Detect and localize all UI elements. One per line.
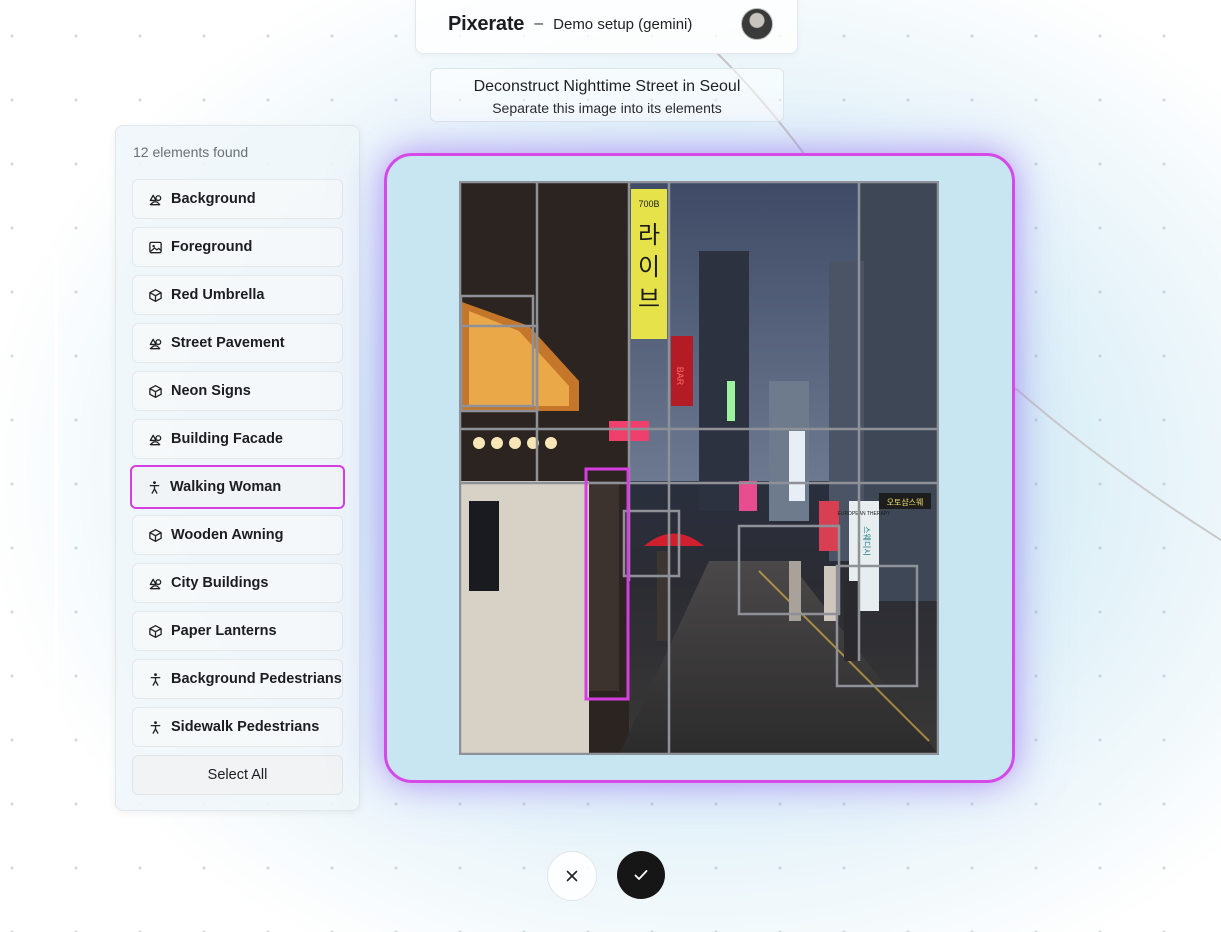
user-avatar[interactable] — [741, 8, 773, 40]
element-item-label: Foreground — [171, 239, 253, 255]
elements-count: 12 elements found — [133, 144, 249, 160]
confirm-button[interactable] — [617, 851, 665, 899]
element-item-label: Street Pavement — [171, 335, 285, 351]
select-all-button[interactable]: Select All — [132, 755, 343, 795]
element-item-background[interactable]: Background — [132, 179, 343, 219]
vertical-sign-char-3: 브 — [638, 285, 660, 313]
task-title: Deconstruct Nighttime Street in Seoul — [473, 78, 741, 95]
vertical-sign-top: 700B — [638, 199, 659, 209]
cancel-button[interactable] — [547, 851, 597, 901]
red-umbrella — [644, 533, 704, 546]
cube-icon — [147, 527, 163, 543]
element-item-label: Wooden Awning — [171, 527, 284, 543]
element-item-wooden-awning[interactable]: Wooden Awning — [132, 515, 343, 555]
elements-panel: 12 elements found Background Foreground Re… — [115, 125, 360, 811]
app-title: Pixerate — [448, 12, 525, 35]
vertical-sign-char-1: 라 — [638, 221, 660, 249]
image-icon — [147, 239, 163, 255]
element-item-red-umbrella[interactable]: Red Umbrella — [132, 275, 343, 315]
element-item-city-buildings[interactable]: City Buildings — [132, 563, 343, 603]
scene-icon — [147, 431, 163, 447]
person-icon — [146, 479, 162, 495]
element-item-neon-signs[interactable]: Neon Signs — [132, 371, 343, 411]
element-item-label: Red Umbrella — [171, 287, 265, 303]
right-sign-tag: EUROPEAN THERAPY — [838, 511, 892, 517]
element-item-label: City Buildings — [171, 575, 269, 591]
check-icon — [634, 870, 648, 880]
cube-icon — [147, 287, 163, 303]
person-icon — [147, 671, 163, 687]
right-vertical-sign-text: 스웨디시 — [862, 526, 872, 555]
vertical-sign-char-2: 이 — [638, 253, 660, 281]
photo-illustration: 700B 라 이 브 BAR 스웨디시 EUROPEAN THERAPY 오토샵… — [459, 181, 939, 755]
title-separator: – — [534, 15, 544, 32]
element-item-building-facade[interactable]: Building Facade — [132, 419, 343, 459]
element-item-label: Sidewalk Pedestrians — [171, 719, 320, 735]
element-item-walking-woman[interactable]: Walking Woman — [130, 465, 345, 509]
street-photo[interactable]: 700B 라 이 브 BAR 스웨디시 EUROPEAN THERAPY 오토샵… — [459, 181, 939, 755]
right-chip-sign-text: 오토샵스웨 — [887, 497, 924, 507]
element-item-label: Walking Woman — [170, 479, 282, 495]
red-bar-sign-text: BAR — [675, 367, 685, 386]
cube-icon — [147, 383, 163, 399]
app-header: Pixerate – Demo setup (gemini) — [415, 0, 798, 54]
scene-icon — [147, 191, 163, 207]
setup-subtitle: Demo setup (gemini) — [553, 15, 693, 33]
element-item-label: Neon Signs — [171, 383, 251, 399]
element-item-background-pedestrians[interactable]: Background Pedestrians — [132, 659, 343, 699]
element-item-sidewalk-pedestrians[interactable]: Sidewalk Pedestrians — [132, 707, 343, 747]
left-window — [469, 501, 499, 591]
task-description: Separate this image into its elements — [492, 100, 722, 116]
person-icon — [147, 719, 163, 735]
scene-icon — [147, 335, 163, 351]
element-item-label: Paper Lanterns — [171, 623, 277, 639]
task-card: Deconstruct Nighttime Street in Seoul Se… — [430, 68, 784, 122]
canvas-frame: 700B 라 이 브 BAR 스웨디시 EUROPEAN THERAPY 오토샵… — [384, 153, 1015, 783]
element-item-street-pavement[interactable]: Street Pavement — [132, 323, 343, 363]
mid-building — [699, 251, 749, 511]
element-item-foreground[interactable]: Foreground — [132, 227, 343, 267]
scene-icon — [147, 575, 163, 591]
cube-icon — [147, 623, 163, 639]
element-item-paper-lanterns[interactable]: Paper Lanterns — [132, 611, 343, 651]
element-item-label: Background Pedestrians — [171, 671, 342, 687]
element-item-label: Background — [171, 191, 256, 207]
walking-woman — [589, 481, 619, 691]
element-list: Background Foreground Red Umbrella Street P… — [130, 179, 345, 747]
element-item-label: Building Facade — [171, 431, 283, 447]
close-icon — [566, 870, 578, 882]
